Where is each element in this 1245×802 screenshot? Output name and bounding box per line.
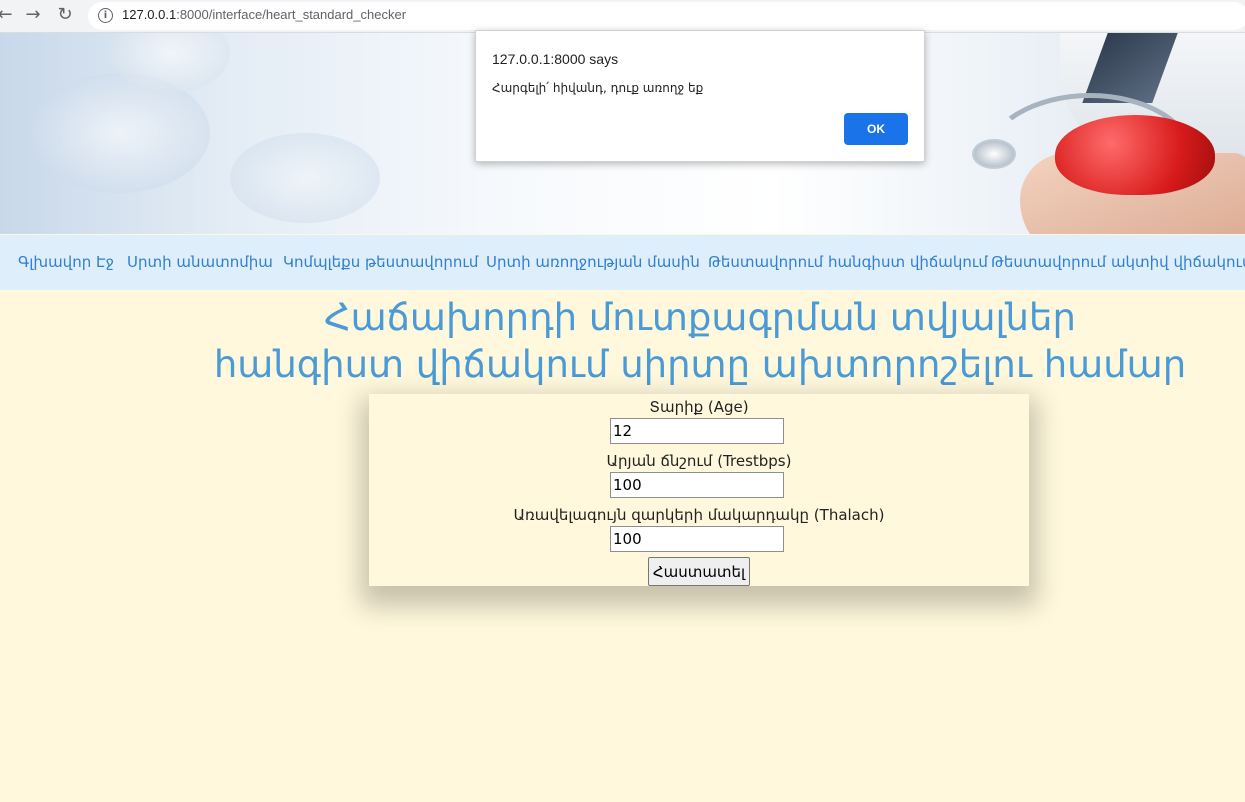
ok-button[interactable]: OK bbox=[844, 113, 908, 145]
banner-blur-shape bbox=[230, 133, 380, 223]
age-input[interactable] bbox=[610, 418, 784, 444]
nav-item-complex-testing[interactable]: Կոմպլեքս թեստավորում bbox=[283, 253, 478, 271]
address-bar[interactable]: i 127.0.0.1:8000/interface/heart_standar… bbox=[88, 2, 1245, 30]
age-label: Տարիք (Age) bbox=[649, 398, 749, 416]
back-arrow-icon[interactable]: ← bbox=[0, 4, 16, 26]
url-text[interactable]: 127.0.0.1:8000/interface/heart_standard_… bbox=[122, 7, 406, 22]
thalach-input[interactable] bbox=[610, 526, 784, 552]
trestbps-label: Արյան ճնշում (Trestbps) bbox=[606, 452, 792, 470]
info-icon[interactable]: i bbox=[98, 8, 113, 23]
forward-arrow-icon[interactable]: → bbox=[22, 4, 44, 26]
url-host: 127.0.0.1 bbox=[122, 7, 177, 22]
nav-item-testing-rest[interactable]: Թեստավորում հանգիստ վիճակում bbox=[708, 253, 988, 271]
reload-icon[interactable]: ↻ bbox=[54, 4, 76, 26]
patient-form: Տարիք (Age) Արյան ճնշում (Trestbps) Առավ… bbox=[369, 394, 1029, 586]
dialog-title: 127.0.0.1:8000 says bbox=[492, 51, 619, 67]
thalach-label: Առավելագույն զարկերի մակարդակը (Thalach) bbox=[513, 506, 885, 524]
trestbps-input[interactable] bbox=[610, 472, 784, 498]
page-title-line-2: հանգիստ վիճակում սիրտը ախտորոշելու համար bbox=[213, 343, 1187, 386]
nav-item-testing-active[interactable]: Թեստավորում ակտիվ վիճակում bbox=[991, 253, 1245, 271]
submit-button[interactable]: Հաստատել bbox=[648, 557, 750, 586]
stethoscope-icon bbox=[972, 139, 1016, 169]
nav-item-heart-health[interactable]: Սրտի առողջության մասին bbox=[486, 253, 700, 271]
url-path: :8000/interface/heart_standard_checker bbox=[176, 7, 407, 22]
browser-toolbar: ← → ↻ i 127.0.0.1:8000/interface/heart_s… bbox=[0, 0, 1245, 33]
nav-item-home[interactable]: Գլխավոր Էջ bbox=[18, 253, 114, 271]
main-navigation: Գլխավոր Էջ Սրտի անատոմիա Կոմպլեքս թեստավ… bbox=[0, 235, 1245, 290]
nav-item-heart-anatomy[interactable]: Սրտի անատոմիա bbox=[127, 253, 273, 271]
dialog-message: Հարգելի՛ հիվանդ, դուք առողջ եք bbox=[492, 81, 704, 95]
heart-icon bbox=[1055, 115, 1215, 195]
page-title-line-1: Հաճախորդի մուտքագրման տվյալներ bbox=[324, 296, 1076, 339]
alert-dialog: 127.0.0.1:8000 says Հարգելի՛ հիվանդ, դու… bbox=[475, 30, 925, 162]
